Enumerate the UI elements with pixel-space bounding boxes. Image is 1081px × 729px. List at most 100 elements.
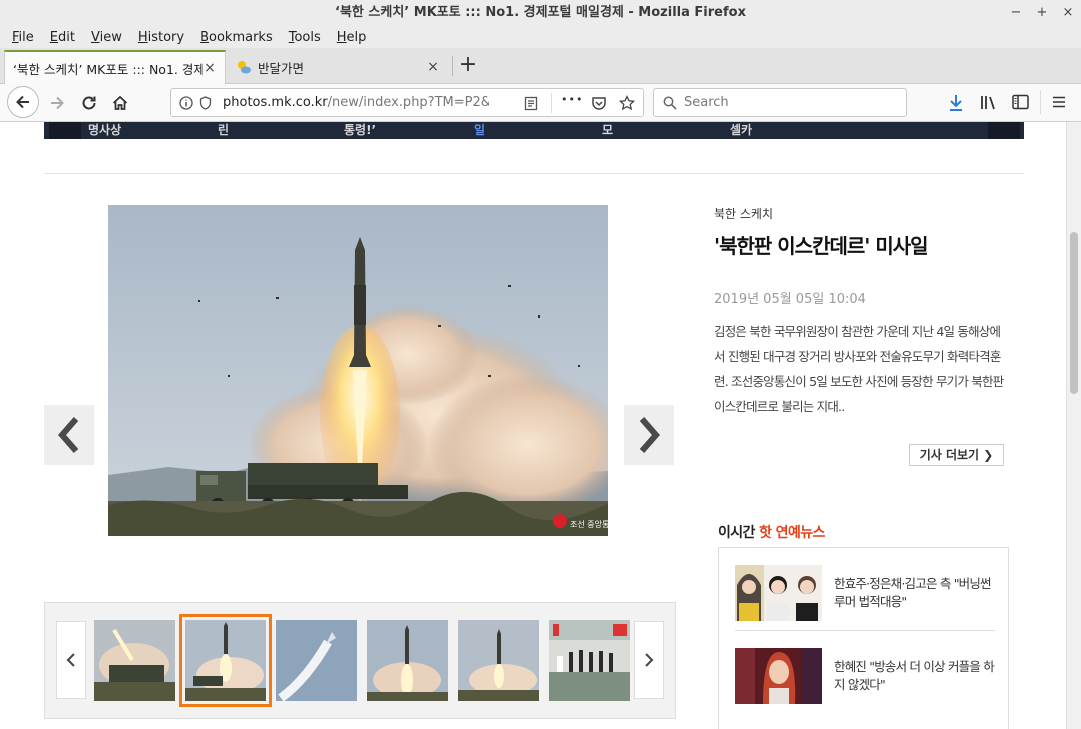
toolbar-separator bbox=[1040, 90, 1041, 114]
article-category[interactable]: 북한 스케치 bbox=[714, 205, 773, 222]
menu-file[interactable]: File bbox=[4, 30, 42, 45]
strip-item[interactable]: 셀카 bbox=[730, 122, 752, 138]
menu-tools[interactable]: Tools bbox=[281, 30, 329, 45]
entertainment-news-list: 한효주·정은채·김고은 측 "버닝썬 루머 법적대응" 한혜진 "방송서 더 이… bbox=[718, 547, 1009, 729]
pocket-icon[interactable] bbox=[591, 96, 607, 111]
thumbnail-2-selected[interactable] bbox=[179, 614, 272, 707]
article-date: 2019년 05월 05일 10:04 bbox=[714, 292, 866, 307]
menu-history[interactable]: History bbox=[130, 30, 192, 45]
strip-item[interactable]: 린 bbox=[218, 122, 229, 138]
menu-edit[interactable]: Edit bbox=[42, 30, 83, 45]
divider bbox=[44, 173, 1024, 174]
sidebar-icon[interactable] bbox=[1012, 94, 1029, 110]
forward-button[interactable] bbox=[42, 88, 72, 118]
thumbnail-4[interactable] bbox=[367, 620, 448, 701]
chevron-left-icon bbox=[58, 417, 79, 453]
home-icon bbox=[112, 95, 128, 110]
thumb-next-button[interactable] bbox=[634, 621, 664, 699]
thumb-missile-image bbox=[185, 620, 266, 701]
tab-mk-photo[interactable]: ‘북한 스케치’ MK포토 ::: No1. 경제 × bbox=[4, 50, 226, 84]
menu-view[interactable]: View bbox=[83, 30, 130, 45]
url-domain: photos.mk.co.kr bbox=[223, 95, 328, 110]
chevron-left-icon bbox=[66, 653, 75, 667]
missile-launch-image: 조선 중앙통신 bbox=[108, 205, 608, 536]
maximize-button[interactable]: + bbox=[1035, 0, 1049, 26]
search-icon bbox=[663, 96, 677, 110]
menu-bar: File Edit View History Bookmarks Tools H… bbox=[0, 26, 1081, 48]
next-photo-button[interactable] bbox=[624, 405, 674, 465]
download-icon[interactable] bbox=[948, 94, 964, 112]
scrollbar-thumb[interactable] bbox=[1070, 232, 1078, 394]
strip-item-active[interactable]: 일 bbox=[474, 122, 485, 138]
ent-divider bbox=[735, 630, 995, 631]
thumb-missile-image bbox=[367, 620, 448, 701]
reload-icon bbox=[82, 96, 96, 110]
reload-button[interactable] bbox=[74, 88, 104, 118]
tab-separator bbox=[452, 56, 453, 76]
tab-title: ‘북한 스케치’ MK포토 ::: No1. 경제 bbox=[13, 61, 203, 77]
close-tab-icon[interactable]: × bbox=[203, 60, 217, 76]
bookmark-star-icon[interactable] bbox=[619, 95, 635, 111]
web-page: 명사상 린 통령!’ 일 모 셀카 조선 중앙통 북한 스케치 '북한판 이스칸… bbox=[0, 122, 1066, 729]
main-photo-missile-launch[interactable]: 조선 중앙통신 bbox=[108, 205, 608, 536]
ent-news-text-1: 한효주·정은채·김고은 측 "버닝썬 루머 법적대응" bbox=[834, 576, 992, 609]
strip-item[interactable]: 모 bbox=[602, 122, 613, 138]
window-title: ‘북한 스케치’ MK포토 ::: No1. 경제포털 매일경제 - Mozil… bbox=[335, 5, 746, 20]
menu-bookmarks[interactable]: Bookmarks bbox=[192, 30, 281, 45]
info-icon[interactable] bbox=[179, 96, 193, 110]
page-actions-icon[interactable]: ••• bbox=[561, 93, 583, 106]
ent-title-hot: 핫 연예뉴스 bbox=[759, 525, 825, 541]
library-icon[interactable] bbox=[980, 94, 998, 111]
tab-bar: ‘북한 스케치’ MK포토 ::: No1. 경제 × 반달가면 × bbox=[0, 48, 1081, 84]
strip-item[interactable]: 통령!’ bbox=[344, 122, 376, 138]
close-window-button[interactable]: × bbox=[1061, 0, 1075, 26]
strip-block bbox=[49, 122, 81, 139]
home-button[interactable] bbox=[105, 88, 135, 118]
photo-watermark: 조선 중앙통신 bbox=[570, 519, 608, 529]
thumb-launcher-image bbox=[94, 620, 175, 701]
ent-news-item-1[interactable]: 한효주·정은채·김고은 측 "버닝썬 루머 법적대응" bbox=[735, 565, 995, 621]
url-text: photos.mk.co.kr/new/index.php?TM=P2&no bbox=[223, 95, 489, 110]
ent-news-item-2[interactable]: 한혜진 "방송서 더 이상 커플을 하지 않겠다" bbox=[735, 648, 995, 704]
close-tab-icon[interactable]: × bbox=[426, 59, 440, 75]
search-bar[interactable]: Search bbox=[653, 88, 907, 117]
hamburger-menu-icon[interactable] bbox=[1052, 95, 1066, 109]
menu-help[interactable]: Help bbox=[329, 30, 375, 45]
prev-photo-button[interactable] bbox=[44, 405, 94, 465]
thumbnail-5[interactable] bbox=[458, 620, 539, 701]
arrow-right-icon bbox=[51, 96, 64, 110]
strip-item[interactable]: 명사상 bbox=[88, 122, 121, 138]
page-scrollbar[interactable] bbox=[1066, 122, 1081, 729]
thumbnail-1[interactable] bbox=[94, 620, 175, 701]
new-tab-button[interactable]: + bbox=[456, 52, 480, 78]
navigation-toolbar: photos.mk.co.kr/new/index.php?TM=P2&no •… bbox=[0, 84, 1081, 122]
thumb-rocket-image bbox=[276, 620, 357, 701]
chevron-right-icon bbox=[639, 417, 660, 453]
arrow-left-icon bbox=[16, 95, 29, 109]
three-actresses-image bbox=[735, 565, 822, 621]
back-button[interactable] bbox=[7, 86, 39, 118]
article-headline[interactable]: '북한판 이스칸데르' 미사일 bbox=[714, 230, 929, 259]
url-path: /new/index.php?TM=P2&no bbox=[327, 95, 489, 110]
window-titlebar: ‘북한 스케치’ MK포토 ::: No1. 경제포털 매일경제 - Mozil… bbox=[0, 0, 1081, 26]
sun-cloud-icon bbox=[238, 61, 251, 74]
strip-block bbox=[988, 122, 1020, 139]
search-placeholder: Search bbox=[684, 95, 729, 110]
thumbnail-3[interactable] bbox=[276, 620, 357, 701]
ent-title-prefix: 이시간 bbox=[718, 525, 755, 541]
entertainment-section-title: 이시간 핫 연예뉴스 bbox=[718, 522, 825, 542]
thumb-missile-image bbox=[458, 620, 539, 701]
minimize-button[interactable]: − bbox=[1009, 0, 1023, 26]
url-bar[interactable]: photos.mk.co.kr/new/index.php?TM=P2&no •… bbox=[170, 88, 644, 117]
woman-portrait-image bbox=[735, 648, 822, 704]
shield-icon[interactable] bbox=[199, 96, 212, 110]
thumbnail-6[interactable] bbox=[549, 620, 630, 701]
reader-view-icon[interactable] bbox=[524, 96, 538, 111]
tab-bandal-mask[interactable]: 반달가면 × bbox=[228, 50, 448, 84]
thumbnail-carousel bbox=[44, 602, 676, 719]
top-news-strip: 명사상 린 통령!’ 일 모 셀카 bbox=[44, 122, 1024, 139]
read-more-button[interactable]: 기사 더보기 ❯ bbox=[909, 444, 1004, 466]
article-summary: 김정은 북한 국무위원장이 참관한 가운데 지난 4일 동해상에서 진행된 대구… bbox=[714, 324, 1004, 414]
url-separator bbox=[551, 93, 552, 113]
thumb-prev-button[interactable] bbox=[56, 621, 86, 699]
